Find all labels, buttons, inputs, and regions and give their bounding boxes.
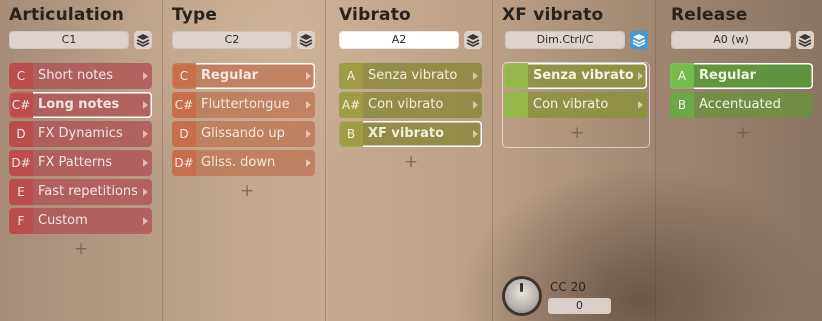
key-label: C <box>9 63 33 89</box>
key-label: A <box>670 63 694 89</box>
key-label: E <box>9 179 33 205</box>
knob-indicator <box>520 283 523 292</box>
item-label: Fluttertongue <box>201 97 290 112</box>
vibrato-selector[interactable]: A2 <box>339 31 459 49</box>
xf-vibrato-selector[interactable]: Dim.Ctrl/C <box>505 31 625 49</box>
chevron-right-icon[interactable] <box>306 72 311 80</box>
layers-icon <box>466 34 480 47</box>
key-label: D <box>9 121 33 147</box>
articulation-title: Articulation <box>9 5 125 25</box>
key-label: D# <box>172 150 196 176</box>
item-label: FX Patterns <box>38 155 113 170</box>
vibrato-title: Vibrato <box>339 5 411 25</box>
key-label: A# <box>339 92 363 118</box>
cc-label: CC 20 <box>550 280 586 294</box>
articulation-selector[interactable]: C1 <box>9 31 129 49</box>
item-label: Regular <box>699 68 757 83</box>
key-label: C# <box>172 92 196 118</box>
key-label: A <box>339 63 363 89</box>
articulation-layers-button[interactable] <box>134 31 152 49</box>
type-title: Type <box>172 5 218 25</box>
key-label: D# <box>9 150 33 176</box>
layers-icon <box>798 34 812 47</box>
add-release-button[interactable]: + <box>736 125 750 142</box>
key-label: B <box>670 92 694 118</box>
item-label: Senza vibrato <box>368 68 458 83</box>
item-label: Long notes <box>38 97 120 112</box>
vibrato-list: A Senza vibrato A# Con vibrato B XF vibr… <box>339 63 482 150</box>
add-type-button[interactable]: + <box>240 183 254 200</box>
type-layers-button[interactable] <box>297 31 315 49</box>
knob-icon[interactable] <box>505 279 539 313</box>
cc-value-field[interactable]: 0 <box>548 298 611 314</box>
item-label: Short notes <box>38 68 114 83</box>
articulation-item-short-notes[interactable]: C Short notes <box>9 63 152 89</box>
release-selector[interactable]: A0 (w) <box>671 31 791 49</box>
vibrato-column: Vibrato A2 A Senza vibrato A# Con vibrat… <box>330 0 493 321</box>
chevron-right-icon[interactable] <box>143 217 148 225</box>
chevron-right-icon[interactable] <box>306 101 311 109</box>
articulation-list: C Short notes C# Long notes D FX Dynamic… <box>9 63 152 237</box>
xf-vibrato-layers-button[interactable] <box>630 31 648 49</box>
xf-vibrato-title: XF vibrato <box>502 5 604 25</box>
vibrato-item-xf-vibrato[interactable]: B XF vibrato <box>339 121 482 147</box>
vibrato-layers-button[interactable] <box>464 31 482 49</box>
layers-icon <box>136 34 150 47</box>
xf-vibrato-column: XF vibrato Dim.Ctrl/C Senza vibrato Con … <box>493 0 656 321</box>
type-item-regular[interactable]: C Regular <box>172 63 315 89</box>
key-label: D <box>172 121 196 147</box>
articulation-item-fast-repetitions[interactable]: E Fast repetitions <box>9 179 152 205</box>
chevron-right-icon[interactable] <box>473 130 478 138</box>
layers-icon <box>299 34 313 47</box>
release-item-accentuated[interactable]: B Accentuated <box>670 92 813 118</box>
release-title: Release <box>671 5 748 25</box>
type-column: Type C2 C Regular C# Fluttertongue D Gli… <box>163 0 326 321</box>
type-list: C Regular C# Fluttertongue D Glissando u… <box>172 63 315 179</box>
vibrato-item-con-vibrato[interactable]: A# Con vibrato <box>339 92 482 118</box>
key-label: B <box>339 121 363 147</box>
chevron-right-icon[interactable] <box>143 130 148 138</box>
chevron-right-icon[interactable] <box>143 101 148 109</box>
item-label: Glissando up <box>201 126 285 141</box>
chevron-right-icon[interactable] <box>473 72 478 80</box>
type-selector[interactable]: C2 <box>172 31 292 49</box>
chevron-right-icon[interactable] <box>143 72 148 80</box>
item-label: Fast repetitions <box>38 184 138 199</box>
articulation-item-long-notes[interactable]: C# Long notes <box>9 92 152 118</box>
item-label: XF vibrato <box>368 126 444 141</box>
vibrato-item-senza-vibrato[interactable]: A Senza vibrato <box>339 63 482 89</box>
item-label: Gliss. down <box>201 155 276 170</box>
item-label: FX Dynamics <box>38 126 123 141</box>
articulation-column: Articulation C1 C Short notes C# Long no… <box>0 0 163 321</box>
xf-vibrato-group-frame <box>502 62 650 148</box>
key-label: C# <box>9 92 33 118</box>
chevron-right-icon[interactable] <box>143 188 148 196</box>
layers-icon <box>632 34 646 47</box>
item-label: Custom <box>38 213 88 228</box>
item-label: Accentuated <box>699 97 781 112</box>
chevron-right-icon[interactable] <box>306 159 311 167</box>
add-articulation-button[interactable]: + <box>74 241 88 258</box>
item-label: Regular <box>201 68 259 83</box>
release-item-regular[interactable]: A Regular <box>670 63 813 89</box>
release-column: Release A0 (w) A Regular B Accentuated + <box>659 0 822 321</box>
release-layers-button[interactable] <box>796 31 814 49</box>
chevron-right-icon[interactable] <box>473 101 478 109</box>
type-item-fluttertongue[interactable]: C# Fluttertongue <box>172 92 315 118</box>
key-label: F <box>9 208 33 234</box>
chevron-right-icon[interactable] <box>143 159 148 167</box>
chevron-right-icon[interactable] <box>306 130 311 138</box>
release-list: A Regular B Accentuated <box>670 63 813 121</box>
articulation-item-custom[interactable]: F Custom <box>9 208 152 234</box>
type-item-gliss-down[interactable]: D# Gliss. down <box>172 150 315 176</box>
add-vibrato-button[interactable]: + <box>404 154 418 171</box>
articulation-item-fx-patterns[interactable]: D# FX Patterns <box>9 150 152 176</box>
item-label: Con vibrato <box>368 97 444 112</box>
articulation-item-fx-dynamics[interactable]: D FX Dynamics <box>9 121 152 147</box>
key-label: C <box>172 63 196 89</box>
type-item-glissando-up[interactable]: D Glissando up <box>172 121 315 147</box>
